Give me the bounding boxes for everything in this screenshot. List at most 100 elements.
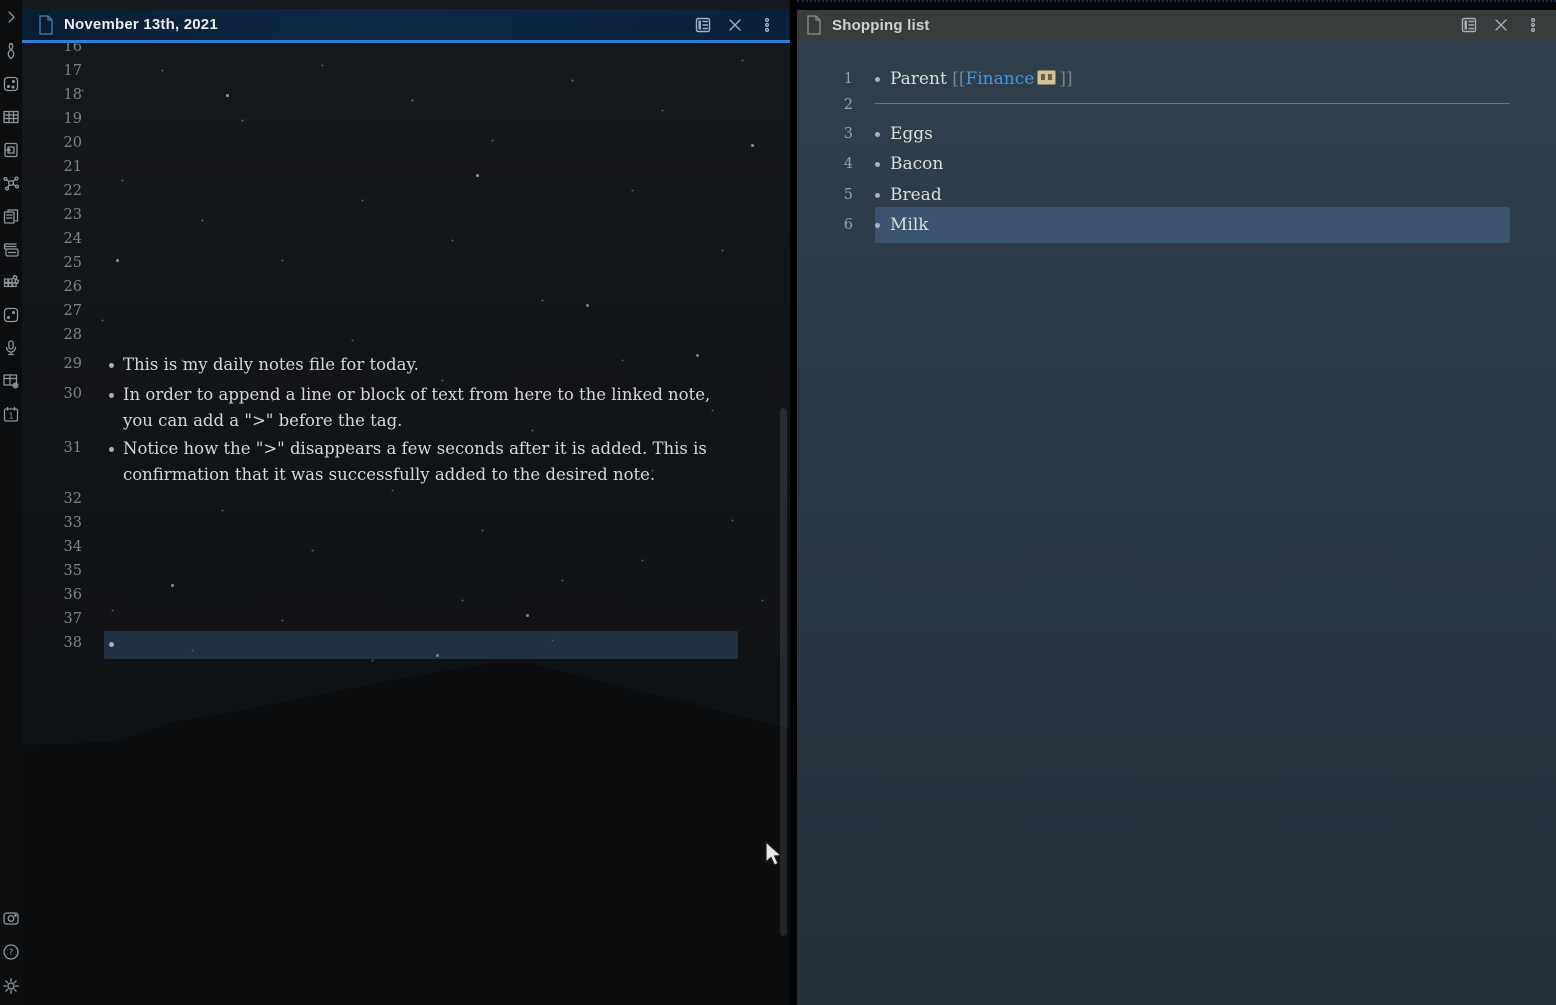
line-number: 35 <box>22 559 82 584</box>
line-number: 29 <box>22 352 82 377</box>
document-icon <box>806 15 822 35</box>
editor-line[interactable]: 31 Notice how the ">" disappears a few s… <box>22 436 760 488</box>
stars-decoration <box>22 0 23 1</box>
editor-line[interactable]: 4 Bacon <box>797 151 1536 177</box>
graph-icon[interactable] <box>2 174 20 192</box>
note-text: Notice how the ">" disappears a few seco… <box>123 436 735 488</box>
line-number: 26 <box>22 275 82 300</box>
line-number: 30 <box>22 382 82 407</box>
pane-divider[interactable] <box>790 0 797 1005</box>
microphone-icon[interactable] <box>2 339 20 357</box>
line-number: 2 <box>797 92 853 118</box>
editor-line[interactable]: 5 Bread <box>797 182 1536 208</box>
top-edge-decoration <box>797 0 1556 10</box>
editor-line[interactable]: 22 <box>22 179 760 204</box>
close-icon[interactable] <box>726 16 744 34</box>
editor-line[interactable]: 36 <box>22 583 760 608</box>
pane-title: Shopping list <box>832 17 930 34</box>
editor-line[interactable]: 34 <box>22 535 760 560</box>
app-window: 1 ? November 13th, 2021 <box>0 0 1556 1005</box>
editor-line[interactable]: 24 <box>22 227 760 252</box>
line-number: 3 <box>797 121 853 147</box>
ribbon-sidebar: 1 ? <box>0 0 22 1005</box>
line-number: 22 <box>22 179 82 204</box>
close-icon[interactable] <box>1492 16 1510 34</box>
horizontal-rule <box>875 103 1510 104</box>
pane-header-inactive: Shopping list <box>797 10 1556 40</box>
mouse-cursor-icon <box>762 840 784 868</box>
copy-files-icon[interactable] <box>2 207 20 225</box>
note-text: In order to append a line or block of te… <box>123 382 735 434</box>
editor-line[interactable]: 2 <box>797 92 1536 118</box>
table-icon[interactable] <box>2 108 20 126</box>
list-item: Eggs <box>890 121 1536 147</box>
chevron-right-icon[interactable] <box>2 8 20 26</box>
line-number: 37 <box>22 607 82 632</box>
camera-icon[interactable] <box>2 909 20 927</box>
bullet-dot <box>875 132 880 137</box>
line-number: 28 <box>22 323 82 348</box>
pane-daily-note: November 13th, 2021 16 17 18 19 20 21 22… <box>22 0 790 1005</box>
cards-stack-icon[interactable] <box>2 240 20 258</box>
line-number: 27 <box>22 299 82 324</box>
line-number: 1 <box>797 66 853 92</box>
reading-mode-icon[interactable] <box>1460 16 1478 34</box>
help-icon[interactable]: ? <box>2 943 20 961</box>
list-item: Bacon <box>890 151 1536 177</box>
svg-text:?: ? <box>9 948 14 958</box>
editor-line[interactable]: 33 <box>22 511 760 536</box>
editor-line[interactable]: 29 This is my daily notes file for today… <box>22 352 760 378</box>
bullet-dot <box>875 223 880 228</box>
parent-label: Parent <box>890 69 952 89</box>
line-number: 4 <box>797 151 853 177</box>
line-number: 31 <box>22 436 82 461</box>
dice-icon[interactable] <box>2 75 20 93</box>
editor-line-active[interactable]: 38 <box>22 631 760 656</box>
note-text: Parent [[Finance]] <box>890 66 1536 92</box>
line-number: 23 <box>22 203 82 228</box>
editor-line[interactable]: 37 <box>22 607 760 632</box>
finance-link[interactable]: Finance <box>965 69 1034 89</box>
editor-line[interactable]: 17 <box>22 59 760 84</box>
dice-icon[interactable] <box>2 306 20 324</box>
editor-line[interactable]: 18 <box>22 83 760 108</box>
ribbon-bottom-group: ? <box>2 909 20 995</box>
editor-line[interactable]: 1 Parent [[Finance]] <box>797 66 1536 92</box>
calendar-day-icon[interactable]: 1 <box>2 405 20 423</box>
editor-line[interactable]: 27 <box>22 299 760 324</box>
line-number: 20 <box>22 131 82 156</box>
line-number: 18 <box>22 83 82 108</box>
editor-line[interactable]: 19 <box>22 107 760 132</box>
editor-line[interactable]: 21 <box>22 155 760 180</box>
more-options-icon[interactable] <box>758 16 776 34</box>
pane-header-active: November 13th, 2021 <box>22 9 790 43</box>
wikilink-close-bracket: ]] <box>1059 69 1072 89</box>
editor-line[interactable]: 25 <box>22 251 760 276</box>
line-number: 5 <box>797 182 853 208</box>
list-item: Milk <box>890 212 1536 238</box>
pane-title: November 13th, 2021 <box>64 16 218 33</box>
settings-gear-icon[interactable] <box>2 977 20 995</box>
editor-line[interactable]: 26 <box>22 275 760 300</box>
more-options-icon[interactable] <box>1524 16 1542 34</box>
editor-line[interactable]: 30 In order to append a line or block of… <box>22 382 760 434</box>
editor-line[interactable]: 23 <box>22 203 760 228</box>
editor-line-active[interactable]: 6 Milk <box>797 212 1536 238</box>
editor-line[interactable]: 28 <box>22 323 760 348</box>
editor-line[interactable]: 20 <box>22 131 760 156</box>
grid-blocks-icon[interactable] <box>2 273 20 291</box>
bullet-dot <box>875 193 880 198</box>
reading-mode-icon[interactable] <box>694 16 712 34</box>
document-icon <box>38 15 54 35</box>
editor-line[interactable]: 32 <box>22 487 760 512</box>
editor-line[interactable]: 3 Eggs <box>797 121 1536 147</box>
editor-line[interactable]: 35 <box>22 559 760 584</box>
file-import-icon[interactable] <box>2 141 20 159</box>
line-number: 33 <box>22 511 82 536</box>
linked-note-badge-icon <box>1037 70 1056 85</box>
bullet-dot <box>109 447 114 452</box>
knot-icon[interactable] <box>2 42 20 60</box>
table-gear-icon[interactable] <box>2 372 20 390</box>
line-number: 6 <box>797 212 853 238</box>
line-number: 34 <box>22 535 82 560</box>
